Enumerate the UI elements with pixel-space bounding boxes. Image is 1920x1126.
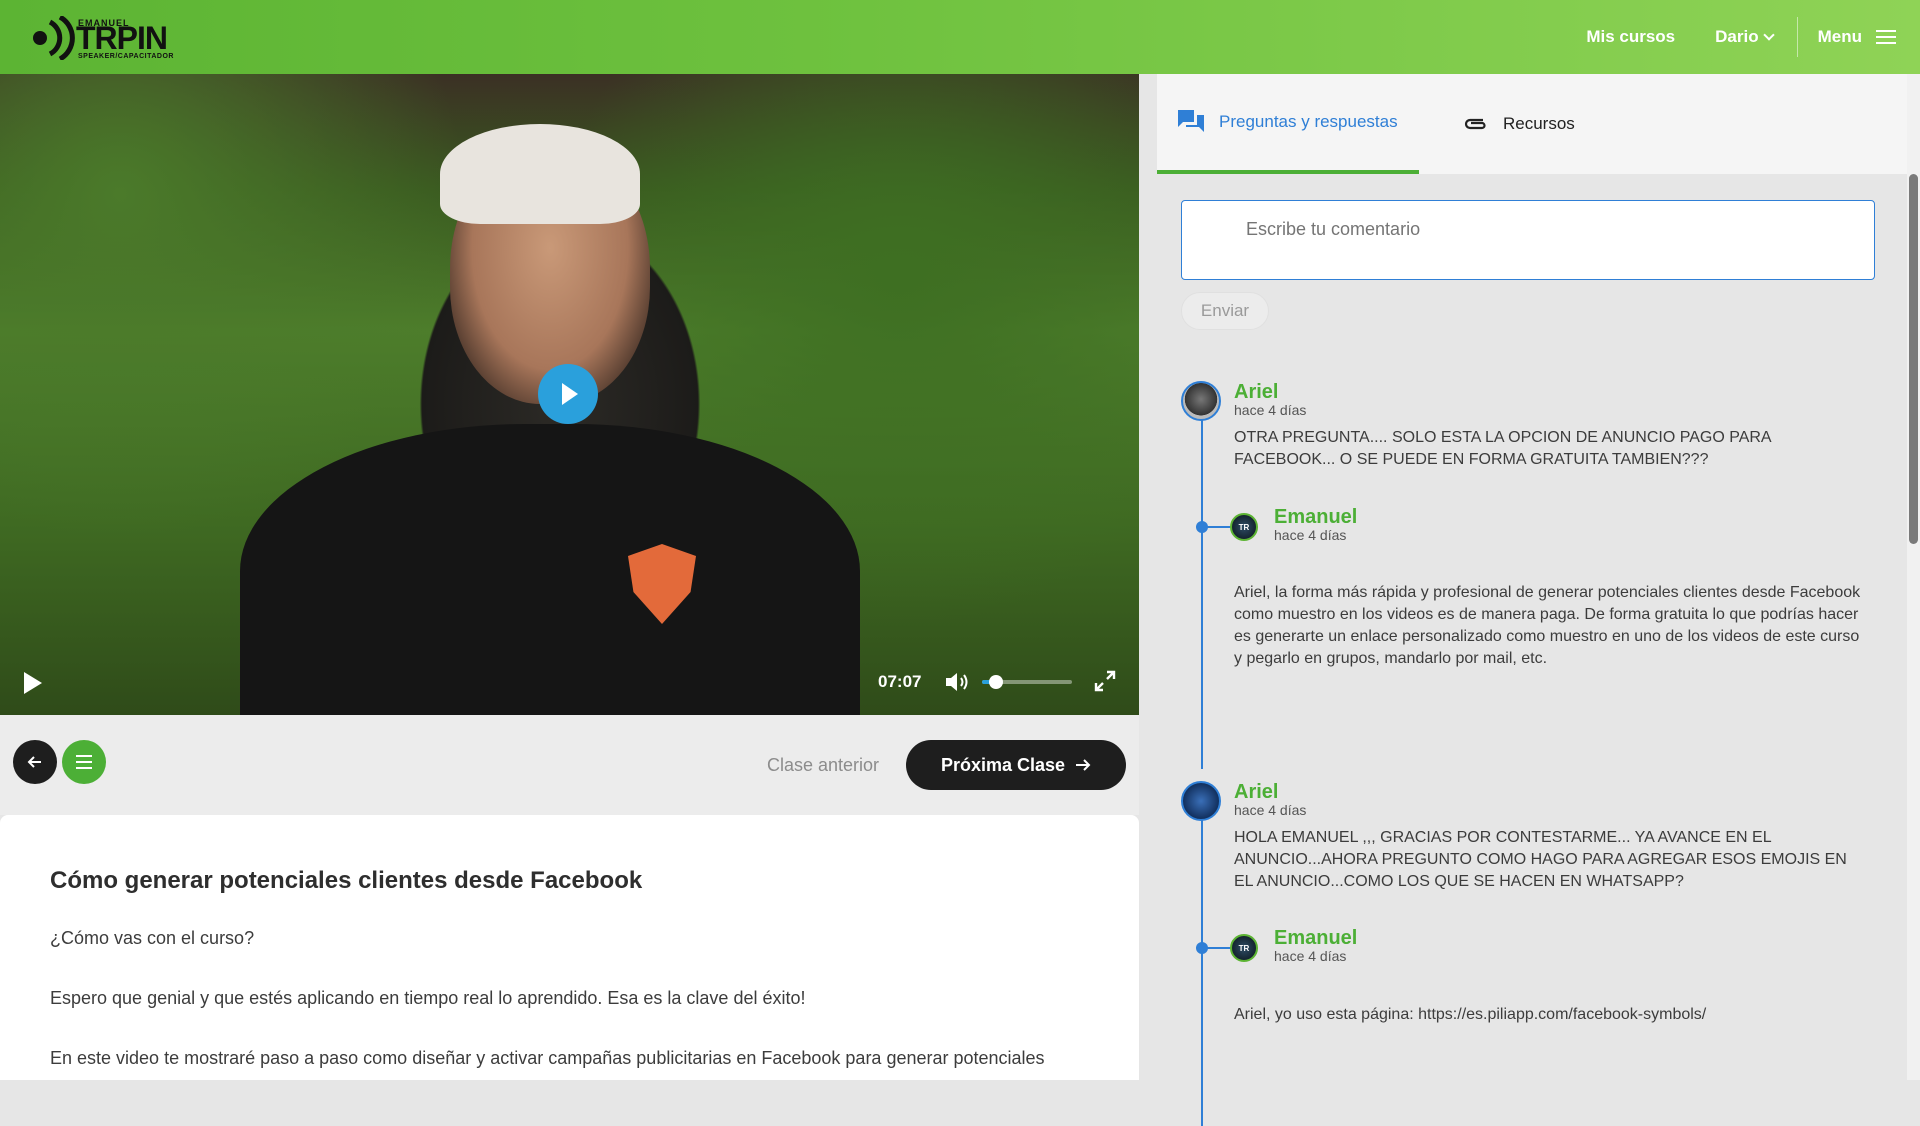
lesson-paragraph: En este video te mostraré paso a paso co…: [50, 1048, 1045, 1068]
reply-text: Ariel, yo uso esta página: https://es.pi…: [1234, 1006, 1707, 1023]
video-frame-shirt: [240, 424, 860, 715]
menu-label: Menu: [1817, 27, 1862, 46]
nav-user-menu[interactable]: Dario: [1715, 27, 1775, 47]
chevron-down-icon: [1762, 29, 1775, 41]
comment-author: Ariel: [1234, 381, 1279, 403]
nav-my-courses[interactable]: Mis cursos: [1586, 27, 1675, 47]
next-lesson-label: Próxima Clase: [940, 754, 1066, 775]
logo-subtitle: SPEAKER/CAPACITADOR: [78, 53, 174, 60]
next-lesson-button[interactable]: Próxima Clase: [906, 740, 1126, 790]
volume-icon[interactable]: [944, 670, 970, 694]
sidebar-scrollbar[interactable]: [1907, 74, 1920, 1080]
qa-sidebar: Preguntas y respuestas Recursos Enviar A…: [1157, 74, 1907, 1126]
lesson-list-button[interactable]: [62, 740, 106, 784]
lesson-nav-bar: Clase anterior Próxima Clase: [0, 715, 1139, 815]
reply-timestamp: hace 4 días: [1274, 527, 1347, 543]
tab-resources[interactable]: Recursos: [1463, 74, 1575, 174]
chat-bubbles-icon: [1178, 110, 1204, 132]
top-bar: EMANUEL TRPIN SPEAKER/CAPACITADOR Mis cu…: [0, 0, 1920, 74]
main-nav: Mis cursos Dario Menu: [1546, 0, 1896, 74]
hamburger-icon: [1876, 30, 1896, 44]
reply-connector: [1202, 526, 1230, 528]
volume-slider-handle[interactable]: [989, 675, 1003, 689]
big-play-button[interactable]: [538, 364, 598, 424]
play-icon[interactable]: [24, 672, 42, 694]
nav-divider: [1796, 17, 1798, 57]
logo-text: TRPIN: [76, 20, 168, 56]
back-button[interactable]: [13, 740, 57, 784]
comment-text: HOLA EMANUEL ,,, GRACIAS POR CONTESTARME…: [1234, 829, 1847, 890]
paperclip-icon: [1464, 118, 1486, 130]
send-comment-button[interactable]: Enviar: [1181, 292, 1269, 330]
previous-lesson-link[interactable]: Clase anterior: [767, 755, 879, 776]
lesson-paragraph: Espero que genial y que estés aplicando …: [50, 988, 806, 1008]
fullscreen-icon[interactable]: [1094, 670, 1116, 692]
video-time: 07:07: [878, 672, 922, 691]
reply-author: Emanuel: [1274, 927, 1358, 949]
reply-text: Ariel, la forma más rápida y profesional…: [1234, 584, 1861, 667]
avatar: [1181, 381, 1221, 421]
comment-timestamp: hace 4 días: [1234, 402, 1307, 418]
thread-line: [1201, 419, 1203, 769]
comment-timestamp: hace 4 días: [1234, 802, 1307, 818]
site-logo[interactable]: EMANUEL TRPIN SPEAKER/CAPACITADOR: [30, 12, 180, 62]
arrow-right-icon: [1076, 759, 1091, 771]
reply-timestamp: hace 4 días: [1274, 948, 1347, 964]
avatar: TR: [1230, 934, 1258, 962]
reply-author: Emanuel: [1274, 506, 1358, 528]
comment-text: OTRA PREGUNTA.... SOLO ESTA LA OPCION DE…: [1234, 429, 1771, 468]
user-name: Dario: [1715, 27, 1759, 46]
tab-qa-label: Preguntas y respuestas: [1219, 112, 1398, 131]
lesson-paragraph: ¿Cómo vas con el curso?: [50, 928, 255, 948]
list-icon: [76, 755, 92, 757]
video-frame-cap: [440, 124, 640, 224]
arrow-left-icon: [27, 756, 41, 768]
comment-author: Ariel: [1234, 781, 1279, 803]
tab-resources-label: Recursos: [1503, 114, 1575, 133]
lesson-title: Cómo generar potenciales clientes desde …: [50, 867, 643, 894]
logo-mark-icon: [33, 16, 75, 60]
avatar: [1181, 781, 1221, 821]
scrollbar-thumb[interactable]: [1909, 174, 1918, 544]
lesson-description: Cómo generar potenciales clientes desde …: [0, 815, 1139, 1080]
nav-menu-button[interactable]: Menu: [1818, 27, 1896, 47]
reply-connector: [1202, 947, 1230, 949]
sidebar-tabs: Preguntas y respuestas Recursos: [1157, 74, 1907, 174]
tab-questions-answers[interactable]: Preguntas y respuestas: [1157, 74, 1419, 174]
video-player[interactable]: 07:07: [0, 74, 1139, 715]
comment-input[interactable]: [1181, 200, 1875, 280]
avatar: TR: [1230, 513, 1258, 541]
